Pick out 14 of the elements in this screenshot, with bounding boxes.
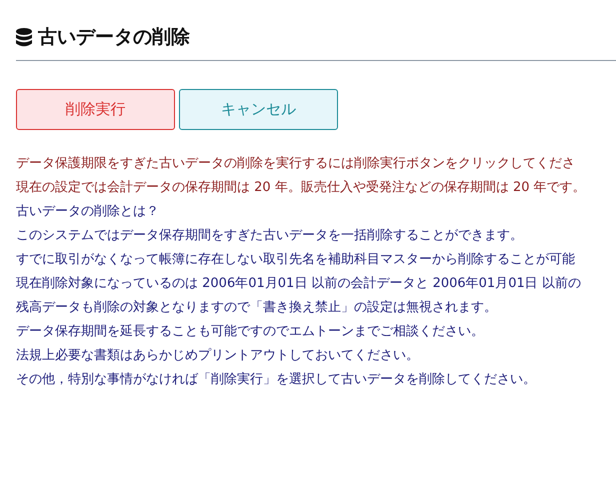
message-text: 現在削除対象になっているのは 2006年01月01日 以前の会計データと 2006年01月01日 以前の [16,275,582,293]
database-icon [16,28,32,46]
message-text: データ保存期間を延長することも可能ですのでエムトーンまでご相談ください。 [16,323,485,341]
message-text: 残高データも削除の対象となりますので「書き換え禁止」の設定は無視されます。 [16,299,498,317]
message-text: データ保護期限をすぎた古いデータの削除を実行するには削除実行ボタンをクリックしてくださ [16,155,576,173]
cancel-button[interactable]: キャンセル [179,89,338,130]
message-text: その他，特別な事情がなければ「削除実行」を選択して古いデータを削除してください。 [16,371,537,389]
message-text: 法規上必要な書類はあらかじめプリントアウトしておいてください。 [16,347,420,365]
delete-button[interactable]: 削除実行 [16,89,175,130]
message-text: すでに取引がなくなって帳簿に存在しない取引先名を補助科目マスターから削除することが可能 [16,251,576,269]
message-text: 古いデータの削除とは？ [16,203,160,221]
message-text: このシステムではデータ保存期間をすぎた古いデータを一括削除することができます。 [16,227,524,245]
page-title: 古いデータの削除 [38,25,190,50]
message-text: 現在の設定では会計データの保存期間は 20 年。販売仕入や受発注などの保存期間は 20 年です。 [16,179,587,197]
